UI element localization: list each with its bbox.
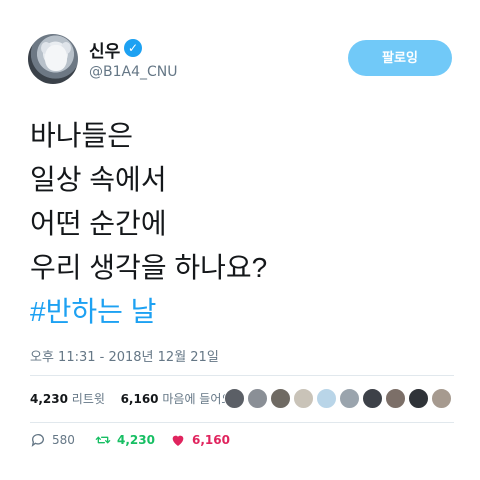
like-action-count: 6,160: [192, 433, 230, 447]
tweet-card: 신우 ✓ @B1A4_CNU 팔로잉 바나들은 일상 속에서 어떤 순간에 우리…: [0, 0, 480, 480]
liker-avatar[interactable]: [362, 388, 383, 409]
hashtag-link[interactable]: #반하는 날: [30, 290, 267, 334]
liker-avatar[interactable]: [316, 388, 337, 409]
liker-avatar[interactable]: [339, 388, 360, 409]
avatar[interactable]: [28, 34, 78, 84]
reply-count: 580: [52, 433, 75, 447]
verified-badge-icon: ✓: [124, 39, 142, 57]
retweet-count[interactable]: 4,230: [30, 392, 68, 406]
engagement-stats: 4,230 리트윗 6,160 마음에 들어요: [30, 390, 232, 407]
like-label[interactable]: 마음에 들어요: [162, 392, 232, 406]
liker-avatar[interactable]: [385, 388, 406, 409]
like-button[interactable]: 6,160: [170, 432, 230, 448]
liker-avatar[interactable]: [247, 388, 268, 409]
tweet-line: 바나들은: [30, 120, 134, 151]
tweet-line: 어떤 순간에: [30, 208, 167, 239]
tweet-line: 일상 속에서: [30, 164, 167, 195]
liker-avatar[interactable]: [224, 388, 245, 409]
display-name[interactable]: 신우: [89, 37, 120, 62]
following-button[interactable]: 팔로잉: [348, 40, 452, 76]
liker-avatar[interactable]: [408, 388, 429, 409]
retweet-button[interactable]: 4,230: [95, 432, 155, 448]
divider: [30, 375, 454, 376]
reply-icon: [31, 434, 44, 447]
reply-button[interactable]: 580: [30, 432, 75, 448]
retweet-label[interactable]: 리트윗: [72, 392, 105, 406]
like-count[interactable]: 6,160: [121, 392, 159, 406]
heart-icon: [172, 435, 184, 446]
tweet-line: 우리 생각을 하나요?: [30, 252, 268, 283]
retweet-action-count: 4,230: [117, 433, 155, 447]
divider: [30, 422, 454, 423]
tweet-text: 바나들은 일상 속에서 어떤 순간에 우리 생각을 하나요? #반하는 날: [30, 114, 267, 334]
liker-avatar[interactable]: [270, 388, 291, 409]
user-handle[interactable]: @B1A4_CNU: [89, 64, 178, 80]
liker-avatar[interactable]: [431, 388, 452, 409]
tweet-timestamp[interactable]: 오후 11:31 - 2018년 12월 21일: [30, 346, 219, 365]
retweet-icon: [95, 436, 111, 444]
liker-avatar[interactable]: [293, 388, 314, 409]
avatar-face: [45, 45, 67, 71]
